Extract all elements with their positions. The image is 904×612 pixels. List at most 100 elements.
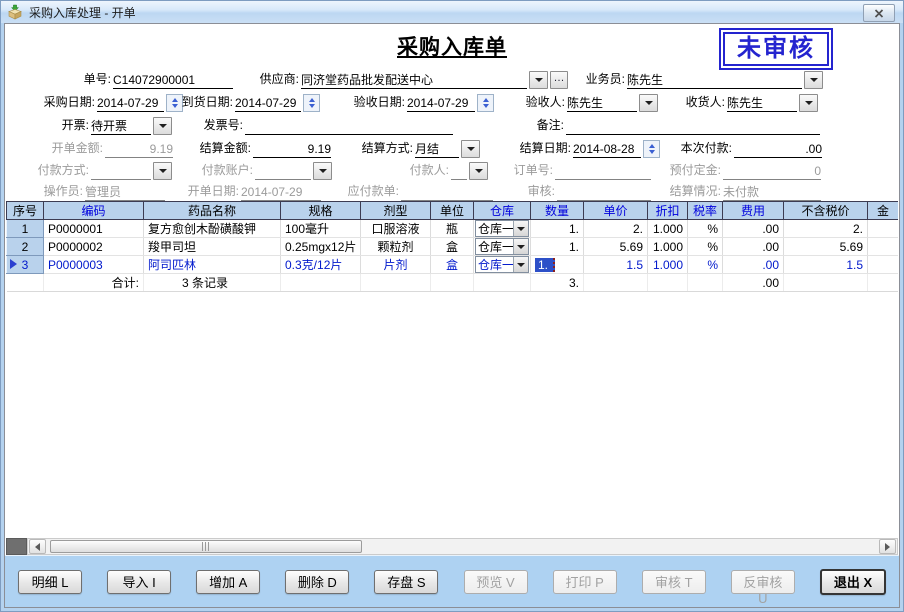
exit-button[interactable]: 退出 X <box>820 569 886 595</box>
cell-netprice[interactable]: 2. <box>784 220 868 238</box>
cell-qty[interactable]: 1. <box>531 220 584 238</box>
warehouse-dropdown-icon[interactable] <box>513 257 528 272</box>
cell-form[interactable]: 颗粒剂 <box>361 238 431 256</box>
deposit-label: 预付定金: <box>653 161 721 180</box>
cell-tax[interactable]: % <box>688 220 723 238</box>
row-selector[interactable]: 2 <box>7 238 44 256</box>
summary-record-count: 3 条记录 <box>144 274 281 292</box>
cell-price[interactable]: 2. <box>584 220 648 238</box>
warehouse-dropdown-icon[interactable] <box>513 239 528 254</box>
cell-code[interactable]: P0000001 <box>44 220 144 238</box>
qty-edit-cell[interactable]: 1. <box>535 258 555 272</box>
payer-dropdown-icon[interactable] <box>469 162 488 180</box>
save-button[interactable]: 存盘 S <box>374 570 438 594</box>
remark-input[interactable] <box>566 119 820 135</box>
add-button[interactable]: 增加 A <box>196 570 260 594</box>
cell-name[interactable]: 阿司匹林 <box>144 256 281 274</box>
cell-name[interactable]: 羧甲司坦 <box>144 238 281 256</box>
invoice-status-input[interactable]: 待开票 <box>91 119 151 135</box>
cell-amount[interactable] <box>868 220 899 238</box>
cell-warehouse[interactable]: 仓库一 <box>474 238 531 256</box>
supplier-dropdown-icon[interactable] <box>529 71 548 89</box>
operator-value: 管理员 <box>85 185 165 201</box>
supplier-input[interactable]: 同济堂药品批发配送中心 <box>301 73 527 89</box>
settle-method-dropdown-icon[interactable] <box>461 140 480 158</box>
pay-method-dropdown-icon[interactable] <box>153 162 172 180</box>
warehouse-combobox[interactable]: 仓库一 <box>476 220 513 237</box>
cell-name[interactable]: 复方愈创木酚磺酸钾 <box>144 220 281 238</box>
payment-now-input[interactable]: .00 <box>734 142 822 158</box>
invoice-no-input[interactable] <box>245 119 453 135</box>
cell-netprice[interactable]: 1.5 <box>784 256 868 274</box>
cell-price[interactable]: 1.5 <box>584 256 648 274</box>
arrival-date-input[interactable]: 2014-07-29 <box>235 96 301 112</box>
cell-tax[interactable]: % <box>688 256 723 274</box>
cell-price[interactable]: 5.69 <box>584 238 648 256</box>
salesman-label: 业务员: <box>565 70 625 89</box>
warehouse-dropdown-icon[interactable] <box>513 221 528 236</box>
cell-unit[interactable]: 盒 <box>431 238 474 256</box>
detail-button[interactable]: 明细 L <box>18 570 82 594</box>
import-button[interactable]: 导入 I <box>107 570 171 594</box>
cell-netprice[interactable]: 5.69 <box>784 238 868 256</box>
inspect-date-input[interactable]: 2014-07-29 <box>407 96 475 112</box>
cell-discount[interactable]: 1.000 <box>648 256 688 274</box>
order-no-label: 单号: <box>25 70 111 89</box>
warehouse-combobox[interactable]: 仓库一 <box>476 256 513 273</box>
cell-warehouse[interactable]: 仓库一 <box>474 256 531 274</box>
receiver-dropdown-icon[interactable] <box>799 94 818 112</box>
summary-amount <box>868 274 899 292</box>
cell-fee[interactable]: .00 <box>723 220 784 238</box>
titlebar[interactable]: 采购入库处理 - 开单 <box>1 1 903 23</box>
salesman-input[interactable]: 陈先生 <box>627 73 802 89</box>
scrollbar-track[interactable] <box>27 538 898 555</box>
cell-unit[interactable]: 瓶 <box>431 220 474 238</box>
cell-unit[interactable]: 盒 <box>431 256 474 274</box>
scroll-left-button[interactable] <box>29 539 46 554</box>
settle-amount-label: 结算金额: <box>173 139 251 158</box>
cell-spec[interactable]: 100毫升 <box>281 220 361 238</box>
cell-warehouse[interactable]: 仓库一 <box>474 220 531 238</box>
pay-account-dropdown-icon[interactable] <box>313 162 332 180</box>
inspect-date-spinner[interactable] <box>477 94 494 112</box>
cell-code[interactable]: P0000003 <box>44 256 144 274</box>
horizontal-scrollbar[interactable] <box>6 538 898 555</box>
order-no-input[interactable]: C14072900001 <box>113 73 233 89</box>
delete-button[interactable]: 删除 D <box>285 570 349 594</box>
cell-amount[interactable] <box>868 238 899 256</box>
receiver-input[interactable]: 陈先生 <box>727 96 797 112</box>
settle-date-input[interactable]: 2014-08-28 <box>573 142 641 158</box>
inspector-dropdown-icon[interactable] <box>639 94 658 112</box>
settle-amount-input[interactable]: 9.19 <box>253 142 331 158</box>
arrival-date-label: 到货日期: <box>173 93 233 112</box>
cell-spec[interactable]: 0.25mgx12片 <box>281 238 361 256</box>
invoice-status-dropdown-icon[interactable] <box>153 117 172 135</box>
inspector-input[interactable]: 陈先生 <box>567 96 637 112</box>
salesman-dropdown-icon[interactable] <box>804 71 823 89</box>
scrollbar-thumb[interactable] <box>50 540 362 553</box>
cell-qty[interactable]: 1. <box>531 238 584 256</box>
cell-form[interactable]: 片剂 <box>361 256 431 274</box>
settle-method-input[interactable]: 月结 <box>415 142 459 158</box>
cell-form[interactable]: 口服溶液 <box>361 220 431 238</box>
arrival-date-spinner[interactable] <box>303 94 320 112</box>
cell-tax[interactable]: % <box>688 238 723 256</box>
cell-discount[interactable]: 1.000 <box>648 238 688 256</box>
warehouse-combobox[interactable]: 仓库一 <box>476 238 513 255</box>
cell-discount[interactable]: 1.000 <box>648 220 688 238</box>
col-form: 剂型 <box>361 202 431 220</box>
field-bill-date: 开单日期: 2014-07-29 <box>175 184 321 201</box>
close-button[interactable] <box>863 4 895 22</box>
cell-amount[interactable] <box>868 256 899 274</box>
cell-fee[interactable]: .00 <box>723 238 784 256</box>
cell-fee[interactable]: .00 <box>723 256 784 274</box>
row-selector[interactable]: 3 <box>7 256 44 274</box>
summary-price <box>584 274 648 292</box>
scroll-right-button[interactable] <box>879 539 896 554</box>
po-no-label: 订单号: <box>503 161 553 180</box>
cell-spec[interactable]: 0.3克/12片 <box>281 256 361 274</box>
cell-code[interactable]: P0000002 <box>44 238 144 256</box>
cell-qty-editing[interactable]: 1. <box>531 256 584 274</box>
row-selector[interactable]: 1 <box>7 220 44 238</box>
purchase-date-input[interactable]: 2014-07-29 <box>97 96 164 112</box>
